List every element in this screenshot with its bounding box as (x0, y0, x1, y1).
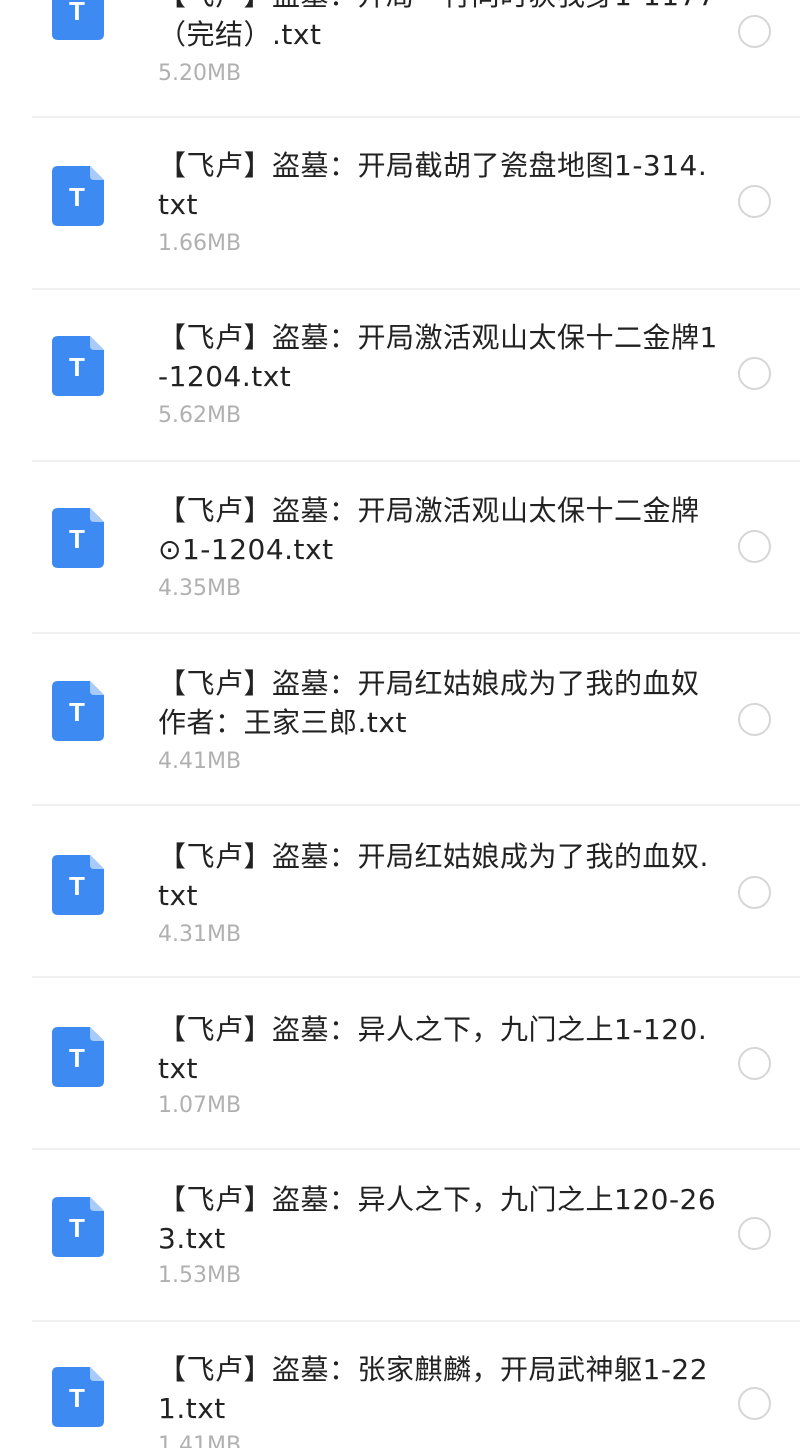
txt-file-icon: T (52, 0, 104, 40)
icon-letter: T (69, 1043, 85, 1073)
file-name: 【飞卢】盗墓：开局一行同时获我身1-1177（完结）.txt (158, 0, 716, 51)
txt-file-icon: T (52, 855, 104, 915)
file-size: 1.07MB (158, 1093, 242, 1118)
icon-letter: T (69, 182, 85, 212)
file-name: 【飞卢】盗墓：开局激活观山太保十二金牌1-1204.txt (158, 321, 718, 393)
file-row[interactable]: T 【飞卢】盗墓：开局截胡了瓷盘地图1-314.txt 1.66MB (0, 118, 800, 290)
select-radio[interactable] (738, 1217, 771, 1250)
file-row[interactable]: T 【飞卢】盗墓：开局激活观山太保十二金牌⊙1-1204.txt 4.35MB (0, 462, 800, 634)
icon-letter: T (69, 1213, 85, 1243)
select-radio[interactable] (738, 185, 771, 218)
file-name: 【飞卢】盗墓：开局激活观山太保十二金牌⊙1-1204.txt (158, 494, 700, 566)
select-radio[interactable] (738, 1047, 771, 1080)
file-row[interactable]: T 【飞卢】盗墓：开局激活观山太保十二金牌1-1204.txt 5.62MB (0, 290, 800, 462)
file-size: 1.66MB (158, 231, 242, 256)
file-size: 1.53MB (158, 1263, 242, 1288)
txt-file-icon: T (52, 1197, 104, 1257)
file-size: 4.41MB (158, 749, 242, 774)
select-radio[interactable] (738, 1387, 771, 1420)
file-name: 【飞卢】盗墓：开局红姑娘成为了我的血奴.txt (158, 840, 709, 912)
file-name: 【飞卢】盗墓：张家麒麟，开局武神躯1-221.txt (158, 1353, 709, 1425)
txt-file-icon: T (52, 166, 104, 226)
select-radio[interactable] (738, 530, 771, 563)
file-name: 【飞卢】盗墓：异人之下，九门之上120-263.txt (158, 1183, 717, 1255)
file-name: 【飞卢】盗墓：开局截胡了瓷盘地图1-314.txt (158, 149, 708, 221)
icon-letter: T (69, 0, 85, 26)
icon-letter: T (69, 1383, 85, 1413)
icon-letter: T (69, 352, 85, 382)
icon-letter: T (69, 524, 85, 554)
select-radio[interactable] (738, 876, 771, 909)
txt-file-icon: T (52, 508, 104, 568)
txt-file-icon: T (52, 1367, 104, 1427)
txt-file-icon: T (52, 1027, 104, 1087)
file-name: 【飞卢】盗墓：开局红姑娘成为了我的血奴 作者：王家三郎.txt (158, 667, 700, 739)
file-row[interactable]: T 【飞卢】盗墓：异人之下，九门之上120-263.txt 1.53MB (0, 1150, 800, 1322)
file-row[interactable]: T 【飞卢】盗墓：开局红姑娘成为了我的血奴 作者：王家三郎.txt 4.41MB (0, 634, 800, 806)
file-name: 【飞卢】盗墓：异人之下，九门之上1-120.txt (158, 1013, 708, 1085)
file-row[interactable]: T 【飞卢】盗墓：开局红姑娘成为了我的血奴.txt 4.31MB (0, 806, 800, 978)
file-row[interactable]: T 【飞卢】盗墓：开局一行同时获我身1-1177（完结）.txt 5.20MB (0, 0, 800, 118)
file-size: 5.20MB (158, 61, 242, 86)
icon-letter: T (69, 697, 85, 727)
select-radio[interactable] (738, 357, 771, 390)
txt-file-icon: T (52, 336, 104, 396)
file-size: 1.41MB (158, 1433, 242, 1448)
file-row[interactable]: T 【飞卢】盗墓：张家麒麟，开局武神躯1-221.txt 1.41MB (0, 1320, 800, 1448)
file-list: T 【飞卢】盗墓：开局一行同时获我身1-1177（完结）.txt 5.20MB … (0, 0, 800, 1448)
txt-file-icon: T (52, 681, 104, 741)
select-radio[interactable] (738, 703, 771, 736)
file-size: 4.31MB (158, 922, 242, 947)
file-size: 4.35MB (158, 576, 242, 601)
icon-letter: T (69, 871, 85, 901)
select-radio[interactable] (738, 15, 771, 48)
file-size: 5.62MB (158, 403, 242, 428)
file-row[interactable]: T 【飞卢】盗墓：异人之下，九门之上1-120.txt 1.07MB (0, 978, 800, 1150)
